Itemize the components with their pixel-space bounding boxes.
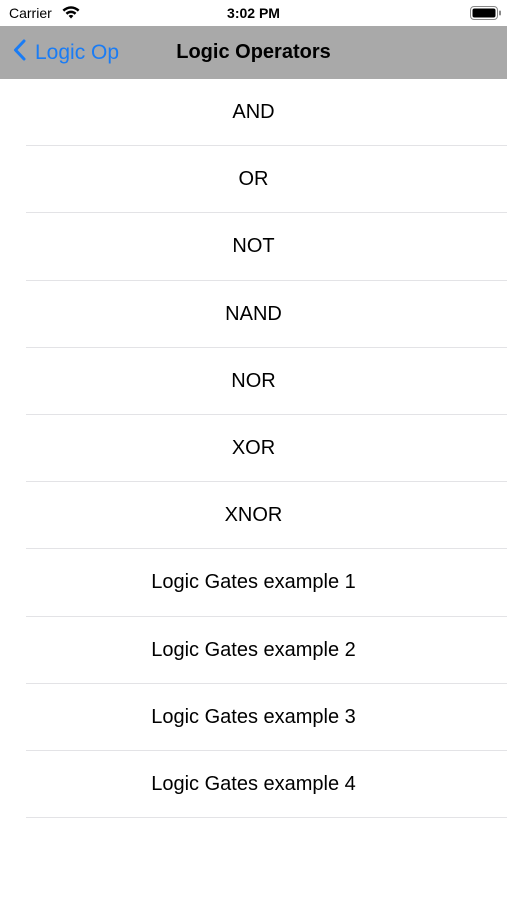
list-item-not[interactable]: NOT xyxy=(0,213,507,281)
list-item-label: OR xyxy=(238,168,269,191)
list-item-label: NOT xyxy=(232,235,275,258)
list-item-nand[interactable]: NAND xyxy=(0,281,507,348)
list-item-example-3[interactable]: Logic Gates example 3 xyxy=(0,684,507,752)
list-item-label: NOR xyxy=(231,369,276,392)
list-item-label: AND xyxy=(232,101,275,124)
chevron-left-icon xyxy=(12,38,35,67)
list-item-example-4[interactable]: Logic Gates example 4 xyxy=(0,751,507,819)
status-time: 3:02 PM xyxy=(227,5,280,21)
list-item-label: Logic Gates example 3 xyxy=(151,705,356,728)
list-item-label: Logic Gates example 1 xyxy=(151,571,356,594)
operators-list: AND OR NOT NAND NOR XOR XNOR Logic Gates… xyxy=(0,79,507,819)
list-item-example-2[interactable]: Logic Gates example 2 xyxy=(0,617,507,684)
navigation-bar: Logic Operators Logic Op xyxy=(0,26,507,79)
list-item-label: NAND xyxy=(225,302,282,325)
list-item-label: Logic Gates example 4 xyxy=(151,772,356,795)
list-item-label: Logic Gates example 2 xyxy=(151,638,356,661)
list-item-label: XNOR xyxy=(224,504,283,527)
list-item-example-1[interactable]: Logic Gates example 1 xyxy=(0,549,507,617)
list-item-xor[interactable]: XOR xyxy=(0,415,507,483)
list-item-xnor[interactable]: XNOR xyxy=(0,482,507,550)
battery-icon xyxy=(470,6,502,20)
list-item-and[interactable]: AND xyxy=(0,79,507,147)
list-item-label: XOR xyxy=(231,437,276,460)
back-button-label: Logic Op xyxy=(35,40,120,64)
status-bar: Carrier 3:02 PM xyxy=(0,0,507,26)
list-item-or[interactable]: OR xyxy=(0,146,507,214)
list-item-nor[interactable]: NOR xyxy=(0,348,507,416)
back-button[interactable]: Logic Op xyxy=(12,26,119,79)
